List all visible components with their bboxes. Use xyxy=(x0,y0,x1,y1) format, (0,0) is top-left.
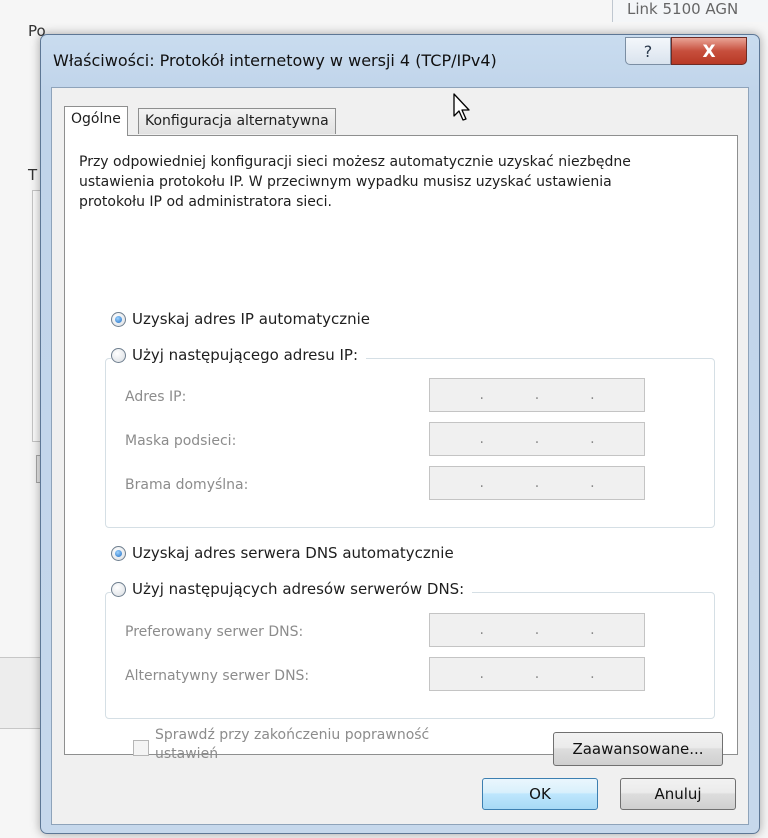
subnet-mask-input[interactable]: ... xyxy=(429,422,645,456)
intro-text: Przy odpowiedniej konfiguracji sieci moż… xyxy=(79,154,631,210)
dns-manual-group xyxy=(105,592,715,719)
help-button[interactable]: ? xyxy=(625,37,671,65)
alternate-dns-input[interactable]: ... xyxy=(429,657,645,691)
tab-panel-general: Przy odpowiedniej konfiguracji sieci moż… xyxy=(64,135,738,766)
radio-unselected-icon xyxy=(111,581,126,597)
cancel-button[interactable]: Anuluj xyxy=(620,778,736,810)
background-adapter-label: Link 5100 AGN xyxy=(627,0,739,18)
alternate-dns-label: Alternatywny serwer DNS: xyxy=(125,668,310,684)
close-button[interactable]: X xyxy=(671,37,747,65)
subnet-mask-label: Maska podsieci: xyxy=(125,433,237,449)
radio-unselected-icon xyxy=(111,347,126,363)
default-gateway-input[interactable]: ... xyxy=(429,466,645,500)
ip-address-label: Adres IP: xyxy=(125,389,187,405)
background-letter: T xyxy=(28,166,38,184)
ok-button[interactable]: OK xyxy=(482,778,598,810)
dns-auto-radio[interactable]: Uzyskaj adres serwera DNS automatycznie xyxy=(111,544,454,562)
tab-alternate-configuration[interactable]: Konfiguracja alternatywna xyxy=(138,108,336,134)
tab-general[interactable]: Ogólne xyxy=(64,106,128,136)
tcpip-properties-dialog: Właściwości: Protokół internetowy w wers… xyxy=(40,34,760,834)
preferred-dns-label: Preferowany serwer DNS: xyxy=(125,624,304,640)
dns-manual-radio[interactable]: Użyj następujących adresów serwerów DNS: xyxy=(111,580,473,598)
ip-manual-radio[interactable]: Użyj następującego adresu IP: xyxy=(111,346,367,364)
ip-address-input[interactable]: ... xyxy=(429,378,645,412)
advanced-button[interactable]: Zaawansowane... xyxy=(553,732,723,766)
validate-settings-checkbox-row[interactable]: Sprawdź przy zakończeniu poprawność usta… xyxy=(133,726,429,764)
dns-auto-label: Uzyskaj adres serwera DNS automatycznie xyxy=(132,544,454,562)
dns-manual-label: Użyj następujących adresów serwerów DNS: xyxy=(132,580,465,598)
validate-settings-label: Sprawdź przy zakończeniu poprawność usta… xyxy=(155,727,430,762)
dialog-title: Właściwości: Protokół internetowy w wers… xyxy=(53,51,497,70)
radio-selected-icon xyxy=(111,311,126,327)
ip-auto-radio[interactable]: Uzyskaj adres IP automatycznie xyxy=(111,310,370,328)
ip-auto-label: Uzyskaj adres IP automatycznie xyxy=(132,310,371,328)
preferred-dns-input[interactable]: ... xyxy=(429,613,645,647)
validate-settings-checkbox[interactable] xyxy=(133,740,149,756)
mouse-cursor-icon xyxy=(453,93,470,121)
radio-selected-icon xyxy=(111,545,126,561)
ip-manual-label: Użyj następującego adresu IP: xyxy=(132,346,359,364)
background-bottom-bar xyxy=(0,657,44,729)
dialog-client-area: Ogólne Konfiguracja alternatywna Przy od… xyxy=(51,87,749,825)
background-adapter-name: Link 5100 AGN xyxy=(612,0,768,22)
default-gateway-label: Brama domyślna: xyxy=(125,477,249,493)
